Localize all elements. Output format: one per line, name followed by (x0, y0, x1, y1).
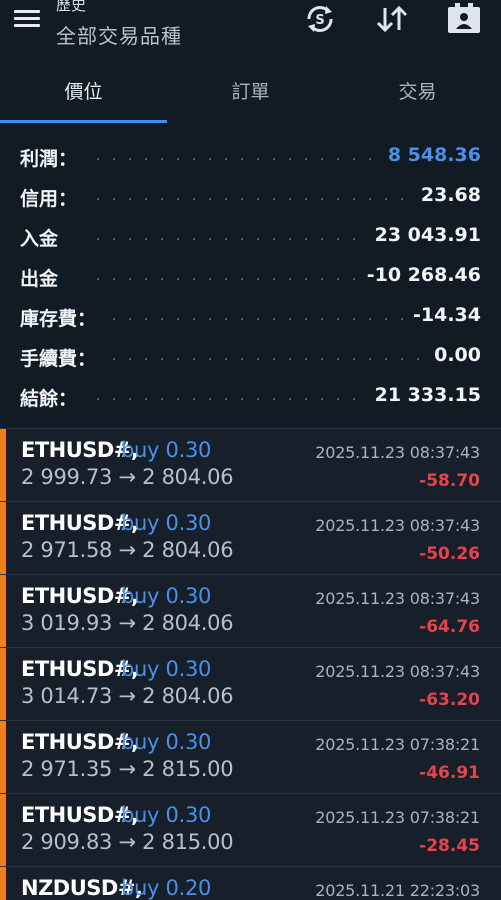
trade-profit-loss: -64.76 (419, 617, 480, 637)
trade-row[interactable]: ETHUSD#, buy 0.30 3 014.73 → 2 804.06 20… (0, 647, 501, 720)
trade-prices: 2 999.73 → 2 804.06 (21, 465, 234, 489)
trade-time: 2025.11.23 08:37:43 (315, 443, 480, 462)
summary-label: 出金 (20, 264, 67, 291)
summary-row-withdrawal: 出金 -10 268.46 (0, 256, 501, 296)
trade-side: buy 0.30 (121, 657, 212, 681)
summary-value: 23 043.91 (366, 224, 481, 246)
page-title: 歷史 (56, 0, 87, 14)
profile-card-icon[interactable] (446, 2, 482, 36)
trade-profit-loss: -63.20 (419, 690, 480, 710)
trade-time: 2025.11.23 08:37:43 (315, 516, 480, 535)
buy-marker (0, 575, 6, 647)
trade-row[interactable]: ETHUSD#, buy 0.30 3 019.93 → 2 804.06 20… (0, 574, 501, 647)
summary-row-commission: 手續費： 0.00 (0, 336, 501, 376)
buy-marker (0, 794, 6, 866)
trade-prices: 2 909.83 → 2 815.00 (21, 830, 234, 854)
summary-label: 利潤： (20, 144, 86, 171)
summary-label: 庫存費： (20, 304, 105, 331)
summary-label: 入金 (20, 224, 67, 251)
trade-row[interactable]: ETHUSD#, buy 0.30 2 971.58 → 2 804.06 20… (0, 501, 501, 574)
trade-profit-loss: -58.70 (419, 471, 480, 491)
trade-time: 2025.11.23 07:38:21 (315, 735, 480, 754)
trade-time: 2025.11.23 08:37:43 (315, 589, 480, 608)
trade-time: 2025.11.23 07:38:21 (315, 808, 480, 827)
summary-value: -14.34 (405, 304, 481, 326)
trade-side: buy 0.30 (121, 803, 212, 827)
trade-row[interactable]: ETHUSD#, buy 0.30 2 999.73 → 2 804.06 20… (0, 428, 501, 501)
trade-side: buy 0.30 (121, 730, 212, 754)
trade-prices: 2 971.58 → 2 804.06 (21, 538, 234, 562)
trade-row[interactable]: ETHUSD#, buy 0.30 2 909.83 → 2 815.00 20… (0, 793, 501, 866)
summary-value: 0.00 (426, 344, 481, 366)
summary-label: 手續費： (20, 344, 105, 371)
trade-side: buy 0.30 (121, 584, 212, 608)
trade-prices: 3 014.73 → 2 804.06 (21, 684, 234, 708)
summary-label: 信用： (20, 184, 86, 211)
trade-row[interactable]: NZDUSD#, buy 0.20 2025.11.21 22:23:03 (0, 866, 501, 900)
dotted-leader (90, 198, 421, 200)
trade-prices: 2 971.35 → 2 815.00 (21, 757, 234, 781)
dotted-leader (90, 318, 421, 320)
tab-positions[interactable]: 價位 (0, 66, 167, 124)
symbol-filter[interactable]: 全部交易品種 (56, 20, 182, 49)
buy-marker (0, 721, 6, 793)
trade-side: buy 0.20 (121, 876, 212, 900)
trade-profit-loss: -50.26 (419, 544, 480, 564)
dotted-leader (90, 158, 421, 160)
buy-marker (0, 867, 6, 900)
summary-label: 結餘： (20, 384, 86, 411)
top-app-bar: 歷史 全部交易品種 S (0, 0, 501, 60)
trade-time: 2025.11.21 22:23:03 (315, 881, 480, 900)
tab-deals[interactable]: 交易 (334, 66, 501, 124)
trade-time: 2025.11.23 08:37:43 (315, 662, 480, 681)
summary-value: -10 268.46 (358, 264, 481, 286)
active-tab-indicator (0, 120, 167, 123)
summary-row-profit: 利潤： 8 548.36 (0, 136, 501, 176)
summary-row-deposit: 入金 23 043.91 (0, 216, 501, 256)
summary-value: 8 548.36 (379, 144, 481, 166)
trade-side: buy 0.30 (121, 511, 212, 535)
buy-marker (0, 648, 6, 720)
summary-value: 21 333.15 (366, 384, 481, 406)
tab-bar: 價位 訂單 交易 (0, 66, 501, 124)
svg-text:S: S (315, 13, 324, 28)
menu-icon[interactable] (14, 8, 42, 30)
sort-icon[interactable] (374, 2, 410, 36)
buy-marker (0, 502, 6, 574)
trade-side: buy 0.30 (121, 438, 212, 462)
trade-row[interactable]: ETHUSD#, buy 0.30 2 971.35 → 2 815.00 20… (0, 720, 501, 793)
trade-profit-loss: -28.45 (419, 836, 480, 856)
summary-value: 23.68 (412, 184, 481, 206)
summary-row-swap: 庫存費： -14.34 (0, 296, 501, 336)
buy-marker (0, 429, 6, 501)
trade-profit-loss: -46.91 (419, 763, 480, 783)
summary-row-credit: 信用： 23.68 (0, 176, 501, 216)
currency-refresh-icon[interactable]: S (302, 2, 338, 36)
dotted-leader (90, 358, 421, 360)
summary-row-balance: 結餘： 21 333.15 (0, 376, 501, 416)
trade-prices: 3 019.93 → 2 804.06 (21, 611, 234, 635)
tab-orders[interactable]: 訂單 (167, 66, 334, 124)
